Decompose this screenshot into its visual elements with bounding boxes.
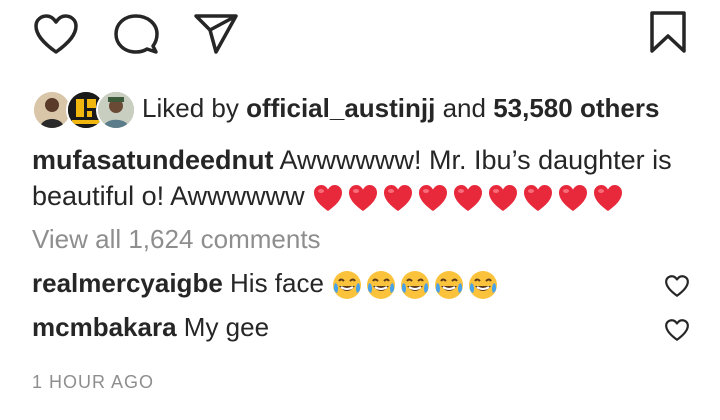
- face-with-tears-of-joy-emoji: [365, 269, 397, 301]
- face-with-tears-of-joy-emoji: [331, 269, 363, 301]
- comment-button[interactable]: [112, 12, 160, 56]
- liker-username[interactable]: official_austinjj: [246, 93, 435, 123]
- heart-outline-icon: [664, 274, 690, 298]
- red-heart-emoji: [347, 183, 379, 213]
- face-with-tears-of-joy-emoji: [467, 269, 499, 301]
- likes-middle: and: [442, 92, 486, 123]
- caption-username[interactable]: mufasatundeednut: [32, 145, 274, 175]
- red-heart-emoji: [417, 183, 449, 213]
- caption-emoji-hearts: [312, 180, 627, 216]
- post-timestamp: 1 HOUR AGO: [32, 372, 155, 392]
- comment-like-button[interactable]: [664, 274, 690, 298]
- red-heart-emoji: [382, 183, 414, 213]
- post-caption: mufasatundeednut Awwwwww! Mr. Ibu’s daug…: [32, 142, 692, 216]
- face-with-tears-of-joy-emoji: [433, 269, 465, 301]
- comment-username[interactable]: realmercyaigbe: [32, 268, 223, 298]
- avatar: [96, 90, 136, 130]
- face-with-tears-of-joy-emoji: [399, 269, 431, 301]
- likes-summary[interactable]: Liked by official_austinjj and 53,580 ot…: [32, 86, 659, 130]
- likes-prefix: Liked by: [142, 92, 239, 123]
- comment-like-button[interactable]: [664, 318, 690, 342]
- paper-plane-icon: [192, 12, 240, 56]
- comment-text: My gee: [183, 312, 270, 342]
- red-heart-emoji: [312, 183, 344, 213]
- comment-text: His face: [230, 268, 324, 298]
- red-heart-emoji: [452, 183, 484, 213]
- comment-item: mcmbakara My gee: [32, 312, 269, 343]
- likes-text: Liked by official_austinjj and 53,580 ot…: [142, 93, 659, 124]
- red-heart-emoji: [557, 183, 589, 213]
- heart-outline-icon: [664, 318, 690, 342]
- red-heart-emoji: [487, 183, 519, 213]
- view-all-comments-link[interactable]: View all 1,624 comments: [32, 224, 321, 255]
- share-button[interactable]: [192, 12, 240, 56]
- comment-item: realmercyaigbe His face: [32, 268, 501, 301]
- liker-avatars[interactable]: [32, 86, 136, 130]
- red-heart-emoji: [592, 183, 624, 213]
- comment-emoji-laugh: [331, 269, 501, 301]
- bookmark-icon: [648, 10, 688, 54]
- save-button[interactable]: [648, 10, 688, 54]
- comment-username[interactable]: mcmbakara: [32, 312, 177, 342]
- likes-count[interactable]: 53,580 others: [493, 93, 659, 123]
- speech-bubble-icon: [112, 12, 160, 56]
- like-button[interactable]: [32, 12, 80, 56]
- heart-outline-icon: [32, 12, 80, 56]
- red-heart-emoji: [522, 183, 554, 213]
